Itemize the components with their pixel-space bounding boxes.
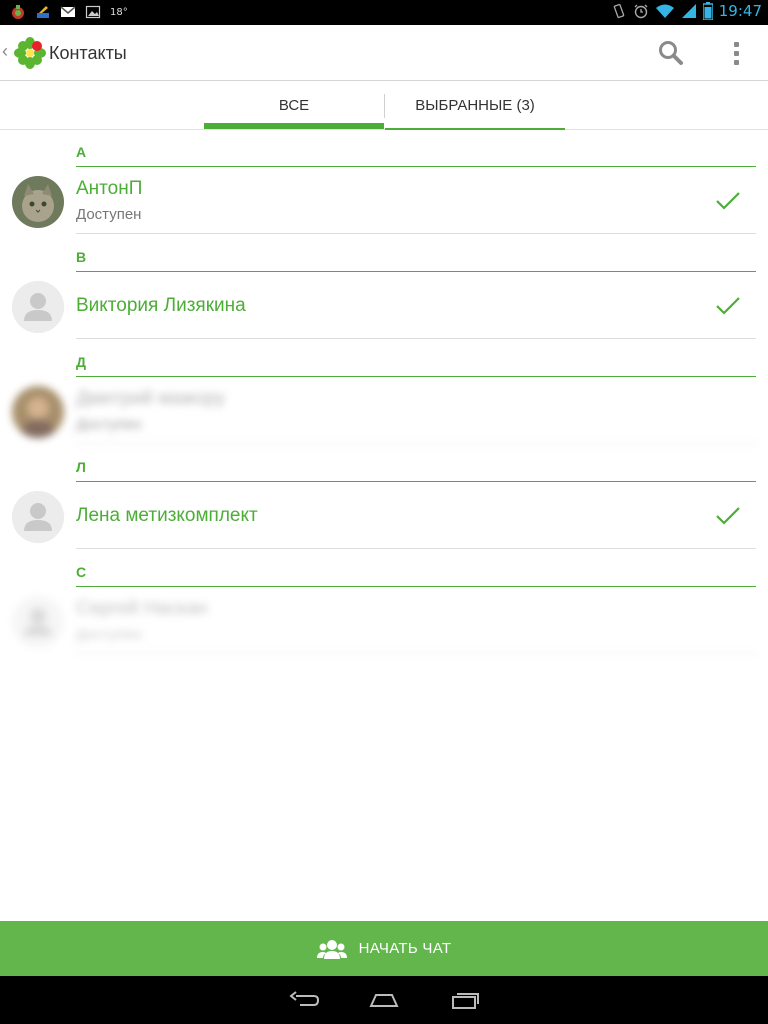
person-photo-icon [12, 386, 64, 438]
section-header-s: С [76, 551, 756, 587]
contact-name: Виктория Лизякина [76, 295, 246, 316]
section-letter: Л [76, 459, 86, 475]
more-vert-icon[interactable] [724, 37, 748, 69]
image-icon [85, 5, 101, 19]
recent-apps-icon[interactable] [448, 988, 484, 1012]
battery-icon [702, 2, 713, 20]
check-icon[interactable] [714, 505, 742, 527]
contact-status: Доступен [76, 416, 142, 433]
section-header-l: Л [76, 446, 756, 482]
action-bar: ‹ Контакты [0, 25, 768, 81]
row-divider [76, 653, 756, 654]
tab-indicator-active [204, 123, 384, 129]
cat-photo-icon [12, 176, 64, 228]
tab-indicator-inactive [385, 128, 565, 130]
tab-all[interactable]: ВСЕ [204, 82, 384, 129]
check-icon[interactable] [714, 295, 742, 317]
app-notification-icon [12, 5, 24, 19]
avatar [12, 176, 64, 228]
tab-bar: ВСЕ ВЫБРАННЫЕ (3) [0, 82, 768, 130]
row-divider [76, 443, 756, 444]
status-bar: 18° 19:47 [0, 0, 768, 25]
section-letter: А [76, 144, 87, 160]
default-person-icon [12, 491, 64, 543]
contact-name: АнтонП [76, 178, 143, 199]
contact-name: Дмитрий мажору [76, 388, 226, 409]
icq-flower-logo[interactable] [13, 36, 47, 70]
default-person-icon [12, 596, 64, 648]
avatar [12, 596, 64, 648]
system-nav-bar [0, 976, 768, 1024]
contact-row-anton[interactable]: АнтонП Доступен [0, 168, 768, 234]
avatar [12, 491, 64, 543]
section-letter: В [76, 249, 87, 265]
contact-row-dmitry[interactable]: Дмитрий мажору Доступен [0, 378, 768, 444]
up-caret-icon[interactable]: ‹ [2, 41, 8, 62]
contact-row-lena[interactable]: Лена метизкомплект [0, 483, 768, 549]
row-divider [76, 233, 756, 234]
group-chat-icon [316, 939, 347, 959]
contact-row-sergey[interactable]: Сергей Наскан Доступен [0, 588, 768, 654]
contact-status: Доступен [76, 206, 142, 223]
avatar [12, 386, 64, 438]
row-divider [76, 548, 756, 549]
wifi-icon [655, 4, 674, 18]
clock-time: 19:47 [718, 2, 762, 20]
check-icon[interactable] [714, 190, 742, 212]
section-header-a: А [76, 131, 756, 167]
back-nav-icon[interactable] [286, 988, 322, 1012]
paint-icon [37, 6, 49, 18]
alarm-icon [634, 4, 648, 19]
signal-icon [681, 4, 696, 18]
search-icon[interactable] [655, 37, 687, 69]
section-header-v: В [76, 236, 756, 272]
contact-status: Доступен [76, 626, 142, 643]
row-divider [76, 338, 756, 339]
section-letter: Д [76, 354, 86, 370]
section-letter: С [76, 564, 87, 580]
gmail-icon [60, 6, 76, 17]
avatar [12, 281, 64, 333]
start-chat-button[interactable]: НАЧАТЬ ЧАТ [0, 921, 768, 976]
home-nav-icon[interactable] [366, 988, 402, 1012]
contact-name: Сергей Наскан [76, 598, 208, 619]
vibrate-icon [613, 3, 625, 19]
start-chat-label: НАЧАТЬ ЧАТ [358, 940, 452, 957]
contact-name: Лена метизкомплект [76, 505, 258, 526]
section-header-d: Д [76, 341, 756, 377]
tab-favorites[interactable]: ВЫБРАННЫЕ (3) [385, 82, 565, 129]
page-title: Контакты [49, 43, 127, 63]
temperature-text: 18° [110, 6, 128, 18]
contact-row-viktoria[interactable]: Виктория Лизякина [0, 273, 768, 339]
default-person-icon [12, 281, 64, 333]
